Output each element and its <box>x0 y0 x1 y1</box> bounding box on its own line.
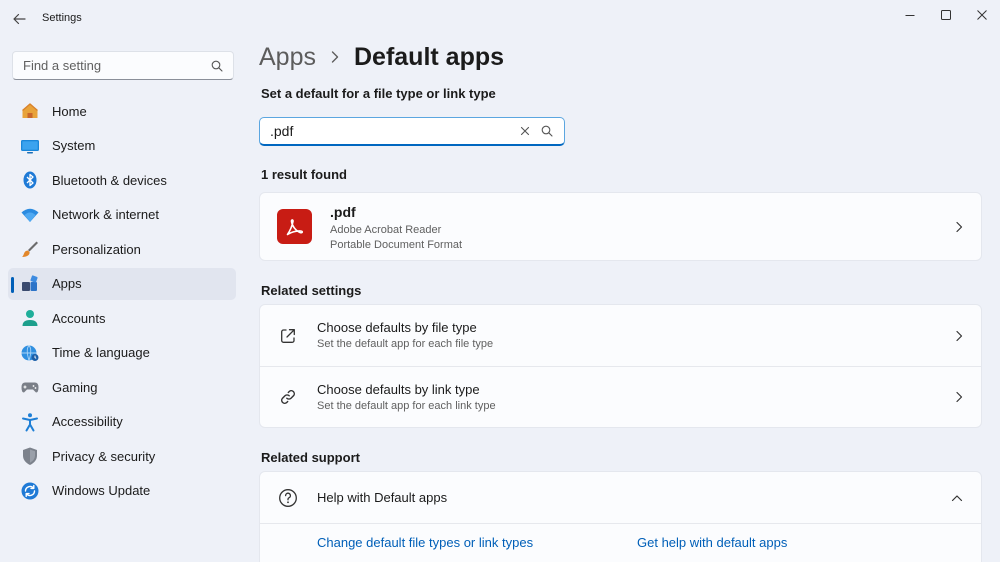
globe-clock-icon <box>20 343 40 363</box>
sidebar-item-apps[interactable]: Apps <box>8 267 236 300</box>
breadcrumb-apps-link[interactable]: Apps <box>259 43 316 72</box>
settings-search-input[interactable] <box>23 58 211 73</box>
sidebar-item-gaming[interactable]: Gaming <box>8 371 236 403</box>
adobe-acrobat-icon <box>277 209 312 244</box>
related-settings-heading: Related settings <box>261 283 362 298</box>
brush-icon <box>20 239 40 259</box>
sidebar-item-home[interactable]: Home <box>8 95 236 127</box>
row-text: Choose defaults by link type Set the def… <box>317 382 496 412</box>
sidebar-item-label: Home <box>52 103 87 119</box>
update-icon <box>20 481 40 501</box>
set-default-heading: Set a default for a file type or link ty… <box>261 86 496 101</box>
back-button[interactable] <box>8 8 30 30</box>
search-button[interactable] <box>538 122 556 140</box>
sidebar-item-label: Privacy & security <box>52 448 156 464</box>
chevron-right-icon <box>330 50 340 64</box>
row-title: Choose defaults by link type <box>317 382 480 397</box>
get-help-default-apps-link[interactable]: Get help with default apps <box>637 535 787 550</box>
title-bar: Settings <box>0 0 1000 38</box>
sidebar-item-label: Time & language <box>52 345 150 360</box>
close-button[interactable] <box>967 4 997 26</box>
file-type-search-box[interactable] <box>259 117 565 146</box>
gamepad-icon <box>20 377 40 397</box>
change-default-file-types-link[interactable]: Change default file types or link types <box>317 535 533 550</box>
result-extension: .pdf <box>330 204 356 220</box>
sidebar-item-time-language[interactable]: Time & language <box>8 337 236 369</box>
sidebar-item-label: Windows Update <box>52 483 151 498</box>
sidebar-item-label: Accessibility <box>52 414 123 429</box>
related-support-card: Help with Default apps Change default fi… <box>259 471 982 562</box>
open-external-icon <box>277 325 299 347</box>
accessibility-icon <box>20 412 40 432</box>
sidebar-nav: Home System Bluetooth & devices Network … <box>8 95 236 509</box>
related-support-heading: Related support <box>261 450 360 465</box>
link-icon <box>277 386 299 408</box>
shield-icon <box>20 446 40 466</box>
support-links-row: Change default file types or link types … <box>260 523 981 561</box>
maximize-button[interactable] <box>931 4 961 26</box>
sidebar-item-label: Bluetooth & devices <box>52 172 167 188</box>
sidebar-item-network[interactable]: Network & internet <box>8 199 236 231</box>
file-type-search-input[interactable] <box>270 123 512 139</box>
app-title: Settings <box>42 12 82 24</box>
settings-search-box[interactable] <box>12 51 234 80</box>
home-icon <box>20 101 40 121</box>
clear-search-button[interactable] <box>516 122 534 140</box>
sidebar-item-accessibility[interactable]: Accessibility <box>8 406 236 438</box>
help-default-apps-expander[interactable]: Help with Default apps <box>260 472 981 523</box>
close-icon <box>977 10 987 20</box>
sidebar-item-label: Network & internet <box>52 207 159 222</box>
pdf-result-card[interactable]: .pdf Adobe Acrobat Reader Portable Docum… <box>259 192 982 261</box>
choose-defaults-link-type-row[interactable]: Choose defaults by link type Set the def… <box>260 366 981 427</box>
sidebar-item-accounts[interactable]: Accounts <box>8 302 236 334</box>
network-icon <box>20 205 40 225</box>
sidebar-item-windows-update[interactable]: Windows Update <box>8 475 236 507</box>
chevron-right-icon <box>955 391 963 403</box>
back-arrow-icon <box>13 13 26 25</box>
row-title: Choose defaults by file type <box>317 320 477 335</box>
row-subtitle: Set the default app for each link type <box>317 400 496 412</box>
clear-icon <box>520 126 530 136</box>
sidebar-item-label: Apps <box>52 276 82 291</box>
minimize-button[interactable] <box>895 4 925 26</box>
results-count: 1 result found <box>261 167 347 182</box>
sidebar-item-label: Personalization <box>52 241 141 257</box>
sidebar-item-system[interactable]: System <box>8 130 236 162</box>
sidebar-item-label: Accounts <box>52 310 106 326</box>
result-app-name: Adobe Acrobat Reader <box>330 224 442 236</box>
sidebar-item-label: Gaming <box>52 379 98 395</box>
sidebar-item-bluetooth[interactable]: Bluetooth & devices <box>8 164 236 196</box>
breadcrumb: Apps Default apps <box>259 40 504 74</box>
related-settings-card: Choose defaults by file type Set the def… <box>259 304 982 428</box>
row-subtitle: Set the default app for each file type <box>317 338 494 350</box>
chevron-right-icon <box>955 330 963 342</box>
maximize-icon <box>941 10 951 20</box>
help-icon <box>277 487 299 509</box>
minimize-icon <box>905 15 915 16</box>
search-icon <box>541 125 553 137</box>
result-description: Portable Document Format <box>330 239 463 251</box>
help-title: Help with Default apps <box>317 490 448 505</box>
chevron-right-icon <box>955 221 963 233</box>
chevron-up-icon[interactable] <box>951 494 963 502</box>
sidebar-item-privacy[interactable]: Privacy & security <box>8 440 236 472</box>
choose-defaults-file-type-row[interactable]: Choose defaults by file type Set the def… <box>260 305 981 366</box>
page-title: Default apps <box>353 42 505 71</box>
apps-icon <box>20 274 40 294</box>
sidebar-item-personalization[interactable]: Personalization <box>8 233 236 265</box>
result-text: .pdf Adobe Acrobat Reader Portable Docum… <box>330 204 462 253</box>
search-icon <box>211 60 223 72</box>
system-icon <box>20 136 40 156</box>
bluetooth-icon <box>20 170 40 190</box>
accounts-icon <box>20 308 40 328</box>
sidebar-item-label: System <box>52 138 96 153</box>
row-text: Choose defaults by file type Set the def… <box>317 320 493 350</box>
